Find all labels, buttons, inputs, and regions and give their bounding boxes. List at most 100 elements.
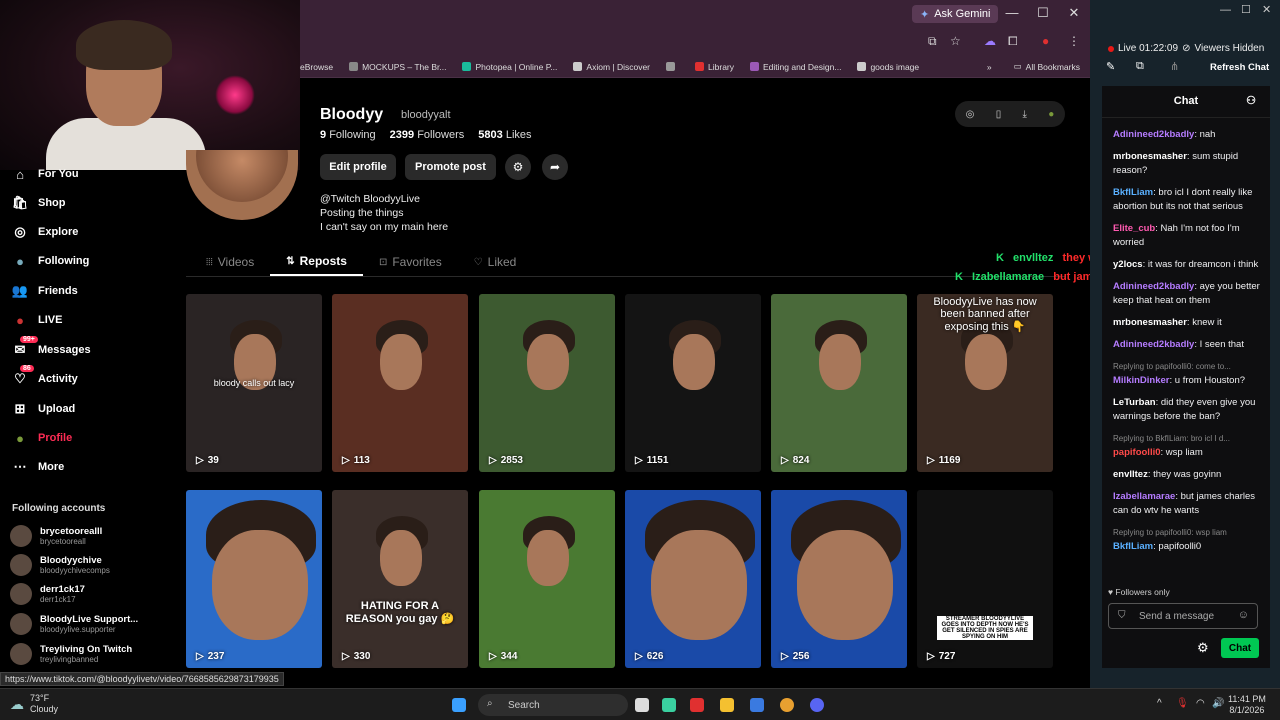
video-thumbnail[interactable]: bloody calls out lacy ▷ 39: [186, 294, 322, 472]
chat-username[interactable]: LeTurban: [1113, 397, 1156, 408]
followers-stat[interactable]: 2399 Followers: [390, 129, 465, 141]
sidebar-item-upload[interactable]: ⊞ Upload: [12, 401, 76, 417]
video-thumbnail[interactable]: ▷ 113: [332, 294, 468, 472]
following-stat[interactable]: 9 Following: [320, 129, 376, 141]
activity-icon[interactable]: ◎: [966, 109, 975, 120]
discord-icon[interactable]: [810, 698, 824, 712]
refresh-chat-button[interactable]: Refresh Chat: [1210, 62, 1269, 73]
bookmark-item[interactable]: [666, 62, 679, 71]
following-account[interactable]: derr1ck17 derr1ck17: [10, 583, 85, 605]
video-thumbnail[interactable]: ▷ 256: [771, 490, 907, 668]
bookmark-item[interactable]: Library: [695, 62, 734, 72]
edit-icon[interactable]: ✎: [1106, 60, 1115, 73]
weather-widget[interactable]: ☁ 73°F Cloudy: [10, 693, 58, 715]
popout-icon[interactable]: ⧉: [1136, 60, 1144, 73]
bookmark-item[interactable]: goods image: [857, 62, 919, 72]
chevron-icon[interactable]: »: [987, 62, 992, 72]
share-icon[interactable]: ⋔: [1170, 60, 1179, 73]
chrome-icon[interactable]: [780, 698, 794, 712]
chat-settings-gear-icon[interactable]: ⚙: [1197, 640, 1209, 656]
users-icon[interactable]: ⚇: [1246, 86, 1256, 116]
sidebar-item-explore[interactable]: ◎ Explore: [12, 224, 78, 240]
chat-send-button[interactable]: Chat: [1221, 638, 1259, 658]
puzzle-icon[interactable]: ⧠: [1008, 34, 1018, 49]
youtube-icon[interactable]: [690, 698, 704, 712]
close-button[interactable]: ✕: [1262, 3, 1271, 16]
wifi-icon[interactable]: ◠: [1196, 698, 1205, 709]
chat-username[interactable]: Adinineed2kbadly: [1113, 129, 1194, 140]
menu-dots-icon[interactable]: ⋮: [1068, 34, 1080, 48]
video-thumbnail[interactable]: ▷ 626: [625, 490, 761, 668]
all-bookmarks[interactable]: » ▭ All Bookmarks: [987, 61, 1080, 72]
tab-videos[interactable]: ⦙⦙⦙ Videos: [190, 248, 270, 276]
close-button[interactable]: ✕: [1064, 5, 1084, 21]
start-icon[interactable]: [452, 698, 466, 712]
following-account[interactable]: Bloodyychive bloodyychivecomps: [10, 554, 110, 576]
settings-gear-icon[interactable]: ⚙: [505, 154, 531, 180]
cast-icon[interactable]: ⧉: [928, 34, 937, 49]
chat-username[interactable]: Izabellamarae: [1113, 491, 1175, 502]
chat-username[interactable]: Adinineed2kbadly: [1113, 339, 1194, 350]
chat-username[interactable]: papifoolli0: [1113, 447, 1161, 458]
clock[interactable]: 11:41 PM 8/1/2026: [1228, 694, 1266, 716]
sidebar-item-more[interactable]: ⋯ More: [12, 459, 65, 475]
bookmark-item[interactable]: Editing and Design...: [750, 62, 841, 72]
video-thumbnail[interactable]: ▷ 2853: [479, 294, 615, 472]
tab-reposts[interactable]: ⇅ Reposts: [270, 248, 363, 276]
chat-username[interactable]: BkfILiam: [1113, 187, 1153, 198]
sidebar-item-following[interactable]: ● Following: [12, 253, 89, 269]
chat-username[interactable]: Elite_cub: [1113, 223, 1155, 234]
edit-profile-button[interactable]: Edit profile: [320, 154, 396, 180]
extension-cloud-icon[interactable]: ☁: [984, 34, 996, 48]
video-thumbnail[interactable]: ▷ 344: [479, 490, 615, 668]
volume-icon[interactable]: 🔊: [1212, 698, 1224, 709]
sidebar-item-shop[interactable]: 🛍 Shop: [12, 195, 66, 211]
ask-gemini-button[interactable]: ✦ Ask Gemini: [912, 5, 999, 23]
store-icon[interactable]: [750, 698, 764, 712]
video-thumbnail[interactable]: BloodyyLive has now been banned after ex…: [917, 294, 1053, 472]
download-icon[interactable]: ⤓: [1023, 109, 1027, 120]
file-explorer-icon[interactable]: [720, 698, 734, 712]
sidebar-item-for-you[interactable]: ⌂ For You: [12, 166, 78, 182]
send-message-input[interactable]: ⛉ Send a message ☺: [1108, 603, 1258, 629]
video-thumbnail[interactable]: HATING FOR A REASON you gay 🤔 ▷ 330: [332, 490, 468, 668]
sidebar-item-live[interactable]: ● LIVE: [12, 312, 62, 328]
profile-avatar[interactable]: [186, 150, 298, 220]
sidebar-item-messages[interactable]: ✉ 99+ Messages: [12, 336, 91, 358]
phone-icon[interactable]: ▯: [996, 109, 1002, 120]
maximize-button[interactable]: ☐: [1241, 3, 1251, 16]
chat-username[interactable]: MilkinDinker: [1113, 375, 1170, 386]
tab-favorites[interactable]: ⊡ Favorites: [363, 248, 458, 276]
minimize-button[interactable]: —: [1220, 4, 1231, 16]
bookmark-item[interactable]: eBrowse: [300, 62, 333, 72]
chat-username[interactable]: mrbonesmasher: [1113, 151, 1187, 162]
sidebar-item-friends[interactable]: 👥 Friends: [12, 283, 78, 299]
chat-username[interactable]: mrbonesmasher: [1113, 317, 1187, 328]
maximize-button[interactable]: ☐: [1033, 5, 1053, 21]
video-thumbnail[interactable]: ▷ 237: [186, 490, 322, 668]
tray-chevron-icon[interactable]: ^: [1157, 698, 1162, 709]
bookmark-item[interactable]: MOCKUPS – The Br...: [349, 62, 446, 72]
taskbar-search[interactable]: ⌕ Search: [478, 694, 628, 716]
chat-username[interactable]: envlltez: [1113, 469, 1148, 480]
star-icon[interactable]: ☆: [950, 34, 961, 48]
task-view-icon[interactable]: [635, 698, 649, 712]
chat-username[interactable]: y2locs: [1113, 259, 1143, 270]
following-account[interactable]: BloodyLive Support... bloodyylive.support…: [10, 613, 138, 635]
video-thumbnail[interactable]: ▷ 1151: [625, 294, 761, 472]
bookmark-item[interactable]: Photopea | Online P...: [462, 62, 557, 72]
tab-liked[interactable]: ♡ Liked: [458, 248, 533, 276]
promote-post-button[interactable]: Promote post: [405, 154, 496, 180]
chat-username[interactable]: BkfILiam: [1113, 541, 1153, 552]
mic-icon[interactable]: 🎙: [1176, 698, 1189, 709]
sidebar-item-profile[interactable]: ● Profile: [12, 430, 72, 446]
app-icon[interactable]: [662, 698, 676, 712]
profile-avatar-icon[interactable]: ●: [1042, 34, 1049, 48]
user-avatar[interactable]: ●: [1048, 109, 1054, 120]
bookmark-item[interactable]: Axiom | Discover: [573, 62, 650, 72]
following-account[interactable]: Treyliving On Twitch treylivingbanned: [10, 643, 132, 665]
minimize-button[interactable]: —: [1002, 5, 1022, 20]
emote-icon[interactable]: ☺: [1238, 609, 1249, 621]
share-icon[interactable]: ➦: [542, 154, 568, 180]
chat-username[interactable]: Adinineed2kbadly: [1113, 281, 1194, 292]
